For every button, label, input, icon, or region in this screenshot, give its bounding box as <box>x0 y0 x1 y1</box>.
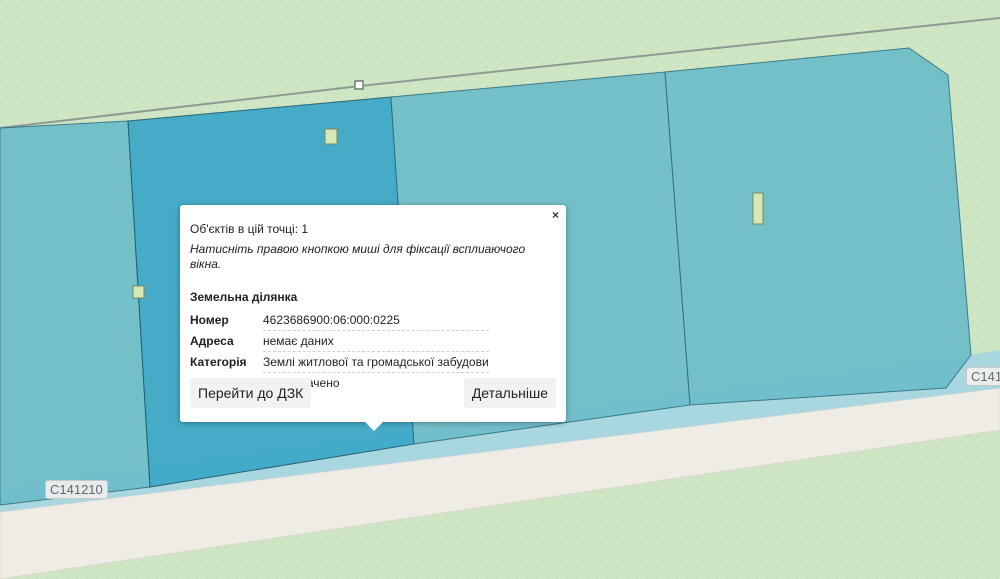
pin-popup-hint: Натисніть правою кнопкою миші для фіксац… <box>190 242 526 271</box>
parcel-right[interactable] <box>664 47 972 406</box>
popup-actions: Перейти до ДЗК Детальніше <box>190 378 556 408</box>
attribute-row-category: Категорія Землі житлової та громадської … <box>190 351 489 373</box>
parcel-left[interactable] <box>0 120 151 506</box>
popup-pointer <box>364 421 384 431</box>
feature-info-popup: × Об'єктів в цій точці: 1 Натисніть прав… <box>180 205 566 431</box>
building-footprint-1 <box>324 128 338 145</box>
attribute-key: Номер <box>190 313 229 327</box>
map-canvas[interactable]: C141210 C141 × Об'єктів в цій точці: 1 Н… <box>0 0 1000 579</box>
attribute-key: Категорія <box>190 354 247 369</box>
details-button[interactable]: Детальніше <box>463 378 556 408</box>
building-footprint-3 <box>752 192 764 225</box>
category-value: Землі житлової та громадської забудови <box>263 351 489 373</box>
objects-count-text: Об'єктів в цій точці: 1 <box>190 222 309 236</box>
section-title: Земельна ділянка <box>190 290 298 304</box>
attribute-row-number: Номер 4623686900:06:000:0225 <box>190 310 489 331</box>
road-label-c141210: C141210 <box>45 480 108 499</box>
goto-dzk-button[interactable]: Перейти до ДЗК <box>190 378 312 408</box>
attribute-key: Адреса <box>190 333 234 348</box>
building-footprint-2 <box>132 285 145 299</box>
address-value: немає даних <box>263 330 489 352</box>
road-label-c141-partial: C141 <box>966 367 1000 386</box>
cadastral-number-value: 4623686900:06:000:0225 <box>263 310 489 331</box>
attribute-row-address: Адреса немає даних <box>190 330 489 352</box>
close-icon[interactable]: × <box>552 209 559 221</box>
boundary-vertex <box>354 80 364 90</box>
